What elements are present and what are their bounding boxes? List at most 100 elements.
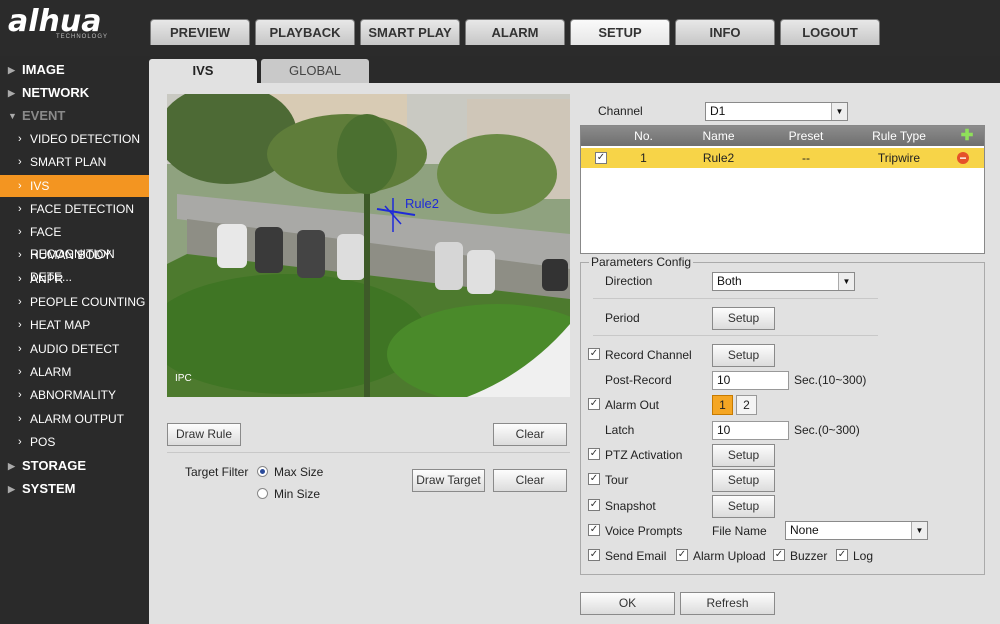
rule-enable-checkbox[interactable]: ✓ [595, 152, 607, 164]
ptz-activation-checkbox[interactable]: ✓ [588, 448, 600, 460]
tour-checkbox[interactable]: ✓ [588, 473, 600, 485]
draw-rule-button[interactable]: Draw Rule [167, 423, 241, 446]
chevron-down-icon: ▼ [8, 111, 17, 121]
alarm-out-2-button[interactable]: 2 [736, 395, 757, 415]
sidebar-item-alarm-output[interactable]: › ALARM OUTPUT [0, 408, 149, 430]
channel-value: D1 [710, 104, 726, 118]
tab-ivs[interactable]: IVS [149, 59, 257, 83]
sidebar-item-abnormality[interactable]: › ABNORMALITY [0, 384, 149, 406]
sidebar-item-label: VIDEO DETECTION [30, 132, 141, 146]
snapshot-label: Snapshot [605, 499, 656, 513]
sidebar-item-storage[interactable]: ▶ STORAGE [0, 455, 149, 477]
chevron-right-icon: › [18, 156, 22, 168]
col-no: No. [634, 129, 653, 143]
sidebar-item-pos[interactable]: › POS [0, 431, 149, 453]
sidebar-item-ivs[interactable]: › IVS [0, 175, 149, 197]
log-checkbox[interactable]: ✓ [836, 549, 848, 561]
record-channel-checkbox[interactable]: ✓ [588, 348, 600, 360]
latch-input[interactable]: 10 [712, 421, 789, 440]
sidebar-item-human-body-detection[interactable]: › HUMAN BODY DETE... [0, 244, 149, 284]
sidebar-item-label: PEOPLE COUNTING [30, 295, 146, 309]
direction-select[interactable]: Both ▼ [712, 272, 855, 291]
col-preset: Preset [788, 129, 824, 143]
record-channel-setup-button[interactable]: Setup [712, 344, 775, 367]
sidebar-item-label: FACE DETECTION [30, 202, 135, 216]
sidebar-item-event[interactable]: ▼ EVENT [0, 105, 149, 127]
chevron-down-icon: ▼ [831, 103, 847, 120]
max-size-label: Max Size [274, 465, 324, 479]
table-row[interactable]: ✓ 1 Rule2 -- Tripwire − [581, 148, 984, 168]
sidebar-item-audio-detect[interactable]: › AUDIO DETECT [0, 338, 149, 360]
col-rule-type: Rule Type [872, 129, 926, 143]
ok-button[interactable]: OK [580, 592, 675, 615]
sidebar-item-smart-plan[interactable]: › SMART PLAN [0, 151, 149, 173]
sidebar-item-heat-map[interactable]: › HEAT MAP [0, 314, 149, 336]
rule-no: 1 [640, 151, 647, 165]
tour-setup-button[interactable]: Setup [712, 469, 775, 492]
period-setup-button[interactable]: Setup [712, 307, 775, 330]
send-email-checkbox[interactable]: ✓ [588, 549, 600, 561]
clear-rule-button[interactable]: Clear [493, 423, 567, 446]
sidebar-item-system[interactable]: ▶ SYSTEM [0, 478, 149, 500]
tab-preview[interactable]: PREVIEW [150, 19, 250, 45]
snapshot-checkbox[interactable]: ✓ [588, 499, 600, 511]
rule-table: No. Name Preset Rule Type ✚ ✓ 1 Rule2 --… [580, 125, 985, 254]
sidebar-item-face-recognition[interactable]: › FACE RECOGNITION [0, 221, 149, 261]
chevron-right-icon: › [18, 389, 22, 401]
tab-logout[interactable]: LOGOUT [780, 19, 880, 45]
refresh-button[interactable]: Refresh [680, 592, 775, 615]
chevron-right-icon: › [18, 203, 22, 215]
sidebar-item-face-detection[interactable]: › FACE DETECTION [0, 198, 149, 220]
video-preview[interactable]: Rule2 IPC [167, 94, 570, 397]
chevron-right-icon: › [18, 319, 22, 331]
tab-playback[interactable]: PLAYBACK [255, 19, 355, 45]
post-record-unit: Sec.(10~300) [794, 373, 867, 387]
clear-target-button[interactable]: Clear [493, 469, 567, 492]
chevron-right-icon: › [18, 133, 22, 145]
sidebar-item-label: IVS [30, 179, 50, 193]
sidebar-item-label: EVENT [22, 108, 66, 123]
chevron-right-icon: › [18, 180, 22, 192]
voice-prompts-checkbox[interactable]: ✓ [588, 524, 600, 536]
sidebar-item-label: ALARM OUTPUT [30, 412, 125, 426]
file-name-value: None [790, 523, 819, 537]
channel-select[interactable]: D1 ▼ [705, 102, 848, 121]
buzzer-checkbox[interactable]: ✓ [773, 549, 785, 561]
min-size-radio[interactable] [257, 488, 268, 499]
max-size-radio[interactable] [257, 466, 268, 477]
tab-global[interactable]: GLOBAL [261, 59, 369, 83]
chevron-right-icon: ▶ [8, 484, 15, 494]
remove-rule-icon[interactable]: − [957, 152, 969, 164]
sidebar-item-label: SYSTEM [22, 481, 76, 496]
chevron-right-icon: › [18, 436, 22, 448]
sidebar-item-label: ALARM [30, 365, 72, 379]
sidebar-item-network[interactable]: ▶ NETWORK [0, 82, 149, 104]
rule-name[interactable]: Rule2 [686, 148, 751, 168]
parameters-config: Parameters Config Direction Both ▼ Perio… [580, 255, 985, 575]
alarm-out-checkbox[interactable]: ✓ [588, 398, 600, 410]
alarm-out-1-button[interactable]: 1 [712, 395, 733, 415]
tab-alarm[interactable]: ALARM [465, 19, 565, 45]
post-record-input[interactable]: 10 [712, 371, 789, 390]
tab-smart-play[interactable]: SMART PLAY [360, 19, 460, 45]
rule-type[interactable]: Tripwire [849, 148, 949, 168]
add-rule-icon[interactable]: ✚ [957, 126, 977, 146]
sidebar-item-image[interactable]: ▶ IMAGE [0, 59, 149, 81]
snapshot-setup-button[interactable]: Setup [712, 495, 775, 518]
tab-info[interactable]: INFO [675, 19, 775, 45]
chevron-right-icon: › [18, 366, 22, 378]
sidebar-item-video-detection[interactable]: › VIDEO DETECTION [0, 128, 149, 150]
alarm-upload-checkbox[interactable]: ✓ [676, 549, 688, 561]
sidebar-item-label: ANPR [30, 272, 64, 286]
draw-target-button[interactable]: Draw Target [412, 469, 485, 492]
sidebar-item-alarm[interactable]: › ALARM [0, 361, 149, 383]
camera-scene-image [167, 94, 570, 397]
chevron-down-icon: ▼ [911, 522, 927, 539]
chevron-down-icon: ▼ [838, 273, 854, 290]
file-name-select[interactable]: None ▼ [785, 521, 928, 540]
tab-setup[interactable]: SETUP [570, 19, 670, 45]
divider [593, 335, 878, 336]
ptz-setup-button[interactable]: Setup [712, 444, 775, 467]
sidebar-item-people-counting[interactable]: › PEOPLE COUNTING [0, 291, 149, 313]
sidebar-item-anpr[interactable]: › ANPR [0, 268, 149, 290]
